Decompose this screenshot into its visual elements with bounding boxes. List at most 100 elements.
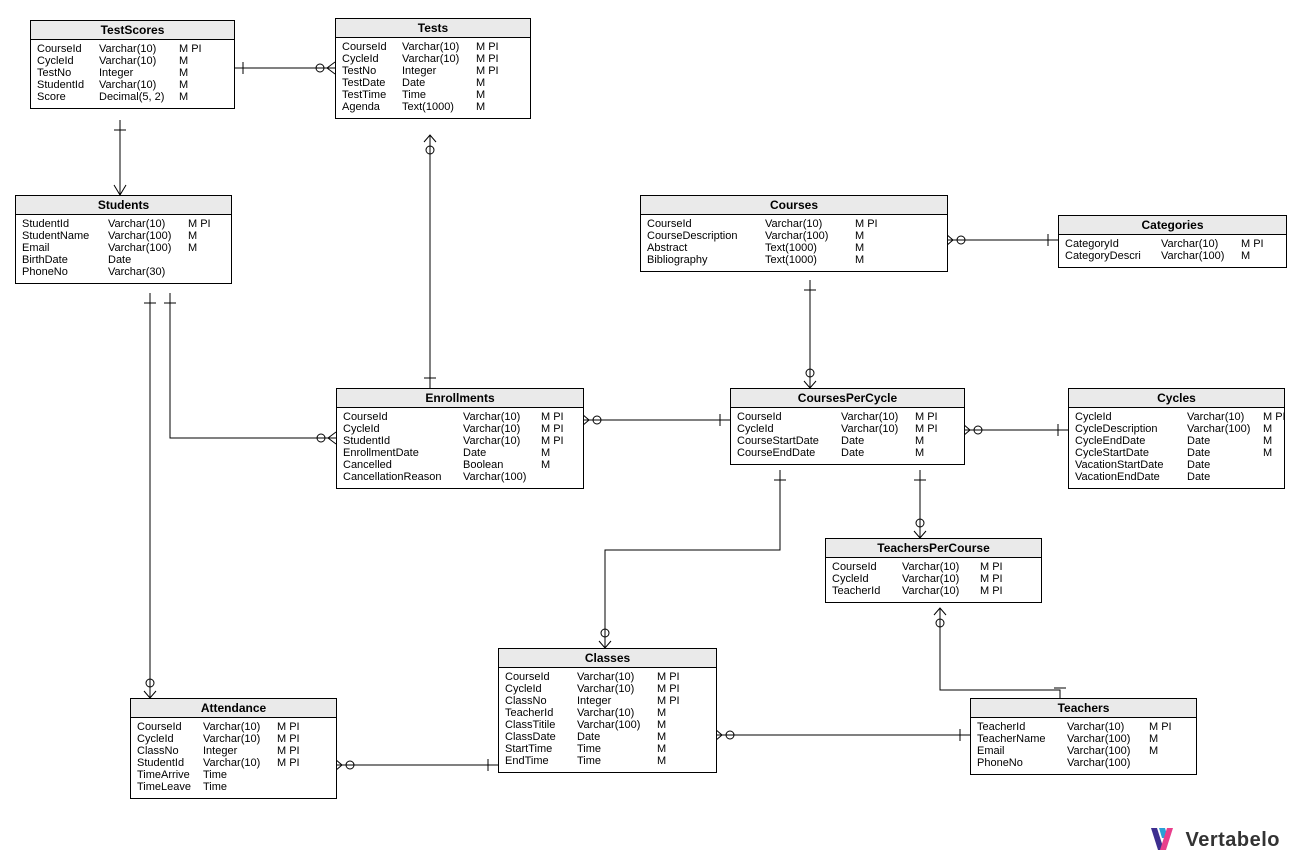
entity-coursespercycle: CoursesPerCycle CourseIdVarchar(10)M PIC… (730, 388, 965, 465)
column-flags: M PI (1263, 411, 1293, 423)
column-name: Email (22, 242, 108, 254)
column-name: CourseStartDate (737, 435, 841, 447)
column-row: EnrollmentDateDateM (343, 447, 577, 459)
column-type: Varchar(100) (1067, 757, 1149, 769)
entity-title: TeachersPerCourse (826, 539, 1041, 558)
entity-body: CourseIdVarchar(10)M PICycleIdVarchar(10… (31, 40, 234, 108)
column-type: Varchar(100) (1067, 733, 1149, 745)
column-flags (277, 781, 307, 793)
column-flags: M (188, 230, 218, 242)
column-name: CourseEndDate (737, 447, 841, 459)
column-name: StudentId (137, 757, 203, 769)
column-flags: M PI (1241, 238, 1271, 250)
column-flags: M (855, 242, 885, 254)
column-type: Varchar(10) (1187, 411, 1263, 423)
column-name: CycleId (1075, 411, 1187, 423)
column-flags (188, 266, 218, 278)
entity-title: CoursesPerCycle (731, 389, 964, 408)
column-flags: M PI (277, 721, 307, 733)
column-row: CourseIdVarchar(10)M PI (342, 41, 524, 53)
column-type: Varchar(10) (902, 585, 980, 597)
column-flags: M PI (541, 423, 571, 435)
entity-title: Courses (641, 196, 947, 215)
column-row: CourseIdVarchar(10)M PI (737, 411, 958, 423)
column-row: TimeArriveTime (137, 769, 330, 781)
column-name: CycleId (137, 733, 203, 745)
column-row: CycleIdVarchar(10)M (37, 55, 228, 67)
column-type: Date (1187, 471, 1263, 483)
column-flags: M (179, 67, 209, 79)
column-row: TestNoIntegerM (37, 67, 228, 79)
column-flags: M PI (476, 41, 506, 53)
column-name: PhoneNo (22, 266, 108, 278)
column-type: Varchar(10) (902, 573, 980, 585)
column-flags: M (657, 743, 687, 755)
column-row: CourseIdVarchar(10)M PI (37, 43, 228, 55)
entity-body: CourseIdVarchar(10)M PICourseDescription… (641, 215, 947, 271)
column-type: Varchar(100) (108, 230, 188, 242)
column-name: CourseId (37, 43, 99, 55)
column-flags: M (179, 55, 209, 67)
column-type: Time (203, 781, 277, 793)
column-type: Varchar(100) (1187, 423, 1263, 435)
column-row: TeacherIdVarchar(10)M PI (832, 585, 1035, 597)
entity-teachers: Teachers TeacherIdVarchar(10)M PITeacher… (970, 698, 1197, 775)
column-flags: M (1241, 250, 1271, 262)
column-flags: M (1263, 435, 1293, 447)
column-flags: M PI (657, 683, 687, 695)
entity-body: CategoryIdVarchar(10)M PICategoryDescriV… (1059, 235, 1286, 267)
column-row: StudentNameVarchar(100)M (22, 230, 225, 242)
column-row: VacationStartDateDate (1075, 459, 1278, 471)
column-type: Time (402, 89, 476, 101)
column-flags: M (657, 707, 687, 719)
column-flags: M PI (915, 423, 945, 435)
column-name: StudentId (22, 218, 108, 230)
column-name: CourseId (137, 721, 203, 733)
column-type: Date (841, 435, 915, 447)
column-type: Integer (577, 695, 657, 707)
column-type: Text(1000) (765, 254, 855, 266)
column-flags: M PI (541, 411, 571, 423)
column-name: CourseId (342, 41, 402, 53)
column-row: ClassDateDateM (505, 731, 710, 743)
column-flags: M (179, 91, 209, 103)
column-name: TimeArrive (137, 769, 203, 781)
entity-body: CourseIdVarchar(10)M PICycleIdVarchar(10… (336, 38, 530, 118)
column-row: PhoneNoVarchar(100) (977, 757, 1190, 769)
column-row: CycleIdVarchar(10)M PI (737, 423, 958, 435)
column-name: ClassNo (505, 695, 577, 707)
column-type: Varchar(10) (99, 79, 179, 91)
column-row: CycleIdVarchar(10)M PI (137, 733, 330, 745)
column-type: Date (108, 254, 188, 266)
entity-title: Cycles (1069, 389, 1284, 408)
column-flags: M PI (277, 733, 307, 745)
column-flags: M PI (541, 435, 571, 447)
column-flags: M PI (657, 671, 687, 683)
entity-body: CourseIdVarchar(10)M PICycleIdVarchar(10… (826, 558, 1041, 602)
column-row: CycleDescriptionVarchar(100)M (1075, 423, 1278, 435)
column-row: ClassNoIntegerM PI (505, 695, 710, 707)
column-type: Varchar(100) (1161, 250, 1241, 262)
column-row: CourseIdVarchar(10)M PI (343, 411, 577, 423)
column-name: ClassNo (137, 745, 203, 757)
column-row: TeacherNameVarchar(100)M (977, 733, 1190, 745)
column-type: Text(1000) (402, 101, 476, 113)
vertabelo-logo-icon (1147, 826, 1177, 854)
column-row: CourseEndDateDateM (737, 447, 958, 459)
entity-title: Attendance (131, 699, 336, 718)
column-name: VacationEndDate (1075, 471, 1187, 483)
column-flags: M PI (277, 757, 307, 769)
column-flags: M (476, 89, 506, 101)
column-row: TeacherIdVarchar(10)M PI (977, 721, 1190, 733)
column-flags: M PI (1149, 721, 1179, 733)
column-type: Time (577, 743, 657, 755)
column-type: Varchar(10) (463, 423, 541, 435)
column-type: Varchar(10) (99, 43, 179, 55)
entity-body: CourseIdVarchar(10)M PICycleIdVarchar(10… (131, 718, 336, 798)
column-name: PhoneNo (977, 757, 1067, 769)
column-row: CancelledBooleanM (343, 459, 577, 471)
column-name: Abstract (647, 242, 765, 254)
entity-body: CycleIdVarchar(10)M PICycleDescriptionVa… (1069, 408, 1284, 488)
column-name: StartTime (505, 743, 577, 755)
column-name: Agenda (342, 101, 402, 113)
